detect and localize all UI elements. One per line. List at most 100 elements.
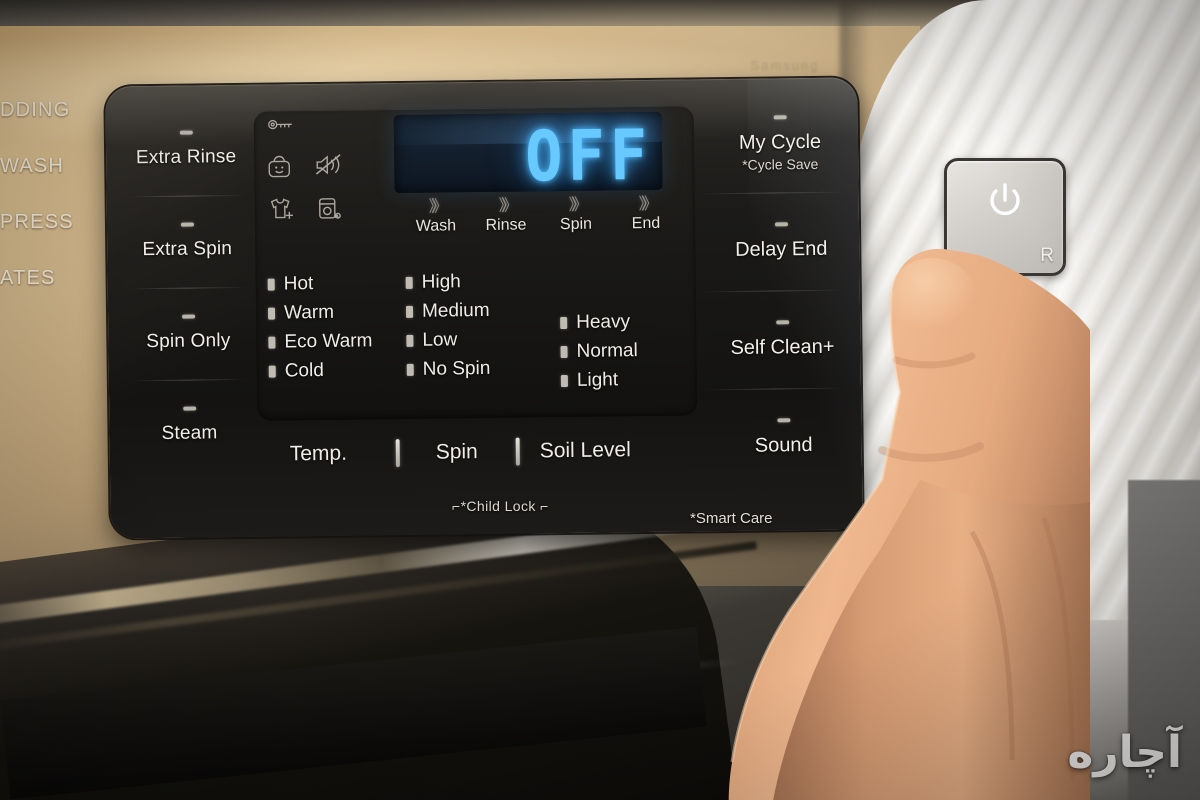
power-icon [990, 183, 1020, 215]
option-lists: Hot Warm Eco Warm Cold High Medium Low N… [267, 264, 700, 399]
lcd-value: OFF [524, 113, 653, 194]
option-label: Eco Warm [284, 329, 373, 352]
option-indicator [268, 336, 276, 349]
soil-level-option-group: Heavy Normal Light [560, 307, 638, 395]
option-label: Low [422, 328, 458, 351]
chevron-icon: 》》 [498, 197, 513, 215]
power-button-label: R [1040, 245, 1055, 266]
step-label: Spin [559, 215, 593, 234]
option-label: Light [576, 368, 619, 391]
status-icon-cluster [256, 113, 365, 229]
led-indicator [182, 406, 196, 411]
option-light[interactable]: Light [560, 365, 639, 395]
button-label: Sound [754, 433, 813, 457]
option-high[interactable]: High [405, 267, 490, 297]
button-label: Steam [161, 422, 218, 444]
step-label: Wash [415, 217, 457, 235]
divider [395, 439, 400, 468]
button-extra-spin[interactable]: Extra Spin [123, 195, 252, 289]
child-lock-icon [266, 152, 292, 178]
smart-care-icon [317, 196, 343, 222]
option-indicator [405, 305, 414, 318]
chevron-icon: 》》 [638, 195, 653, 214]
secondary-hardware-button[interactable] [916, 330, 1034, 496]
option-low[interactable]: Low [406, 325, 490, 355]
button-sound[interactable]: Sound [705, 387, 862, 487]
step-label: End [631, 214, 661, 233]
led-indicator [775, 319, 789, 324]
option-indicator [560, 345, 568, 358]
option-cold[interactable]: Cold [268, 355, 373, 385]
dial-label: DDING [0, 99, 71, 121]
chevron-icon: 》》 [568, 196, 583, 214]
option-eco-warm[interactable]: Eco Warm [268, 326, 372, 356]
led-indicator [773, 114, 787, 119]
led-indicator [774, 221, 788, 226]
washer-control-panel-photo: DDING WASH PRESS ATES Samsung Extra Rins… [0, 0, 1200, 800]
divider [515, 437, 520, 466]
power-button[interactable]: R [944, 158, 1066, 276]
cycle-progress-steps: 》》 Wash 》》 Rinse 》》 Spin 》》 End [405, 195, 678, 245]
button-soil-level[interactable]: Soil Level [540, 438, 631, 463]
button-label: Delay End [735, 237, 828, 261]
led-indicator [180, 222, 194, 227]
option-label: Warm [283, 301, 335, 323]
led-indicator [179, 130, 193, 135]
step-rinse: 》》 Rinse [475, 197, 538, 244]
led-indicator [181, 314, 195, 319]
option-medium[interactable]: Medium [405, 296, 490, 326]
button-delay-end[interactable]: Delay End [703, 191, 860, 291]
dial-label: PRESS [0, 211, 74, 233]
option-label: Cold [284, 359, 324, 381]
option-normal[interactable]: Normal [560, 336, 638, 366]
option-indicator [406, 363, 414, 376]
button-self-clean[interactable]: Self Clean+ [704, 289, 861, 389]
option-indicator [405, 276, 413, 289]
cycle-dial-labels: DDING WASH PRESS ATES [0, 82, 110, 306]
option-indicator [267, 307, 276, 320]
dial-label: ATES [0, 267, 56, 289]
button-sublabel: *Cycle Save [742, 155, 819, 173]
option-indicator [560, 374, 568, 387]
chevron-icon: 》》 [428, 198, 443, 216]
button-steam[interactable]: Steam [125, 379, 254, 473]
mute-speaker-icon [314, 152, 344, 178]
button-spin-only[interactable]: Spin Only [124, 287, 253, 381]
button-label: Extra Rinse [135, 146, 237, 169]
option-warm[interactable]: Warm [267, 297, 372, 327]
option-label: Normal [576, 339, 638, 362]
key-icon [268, 118, 294, 130]
option-label: Hot [283, 272, 314, 294]
faint-brand-text: Samsung [750, 58, 820, 73]
step-wash: 》》 Wash [405, 198, 468, 245]
button-spin[interactable]: Spin [436, 440, 478, 465]
right-button-column: My Cycle *Cycle Save Delay End Self Clea… [701, 93, 862, 487]
option-hot[interactable]: Hot [267, 268, 372, 298]
button-label: Extra Spin [142, 238, 233, 261]
button-label: Spin Only [146, 330, 231, 353]
button-extra-rinse[interactable]: Extra Rinse [121, 103, 250, 197]
button-my-cycle[interactable]: My Cycle *Cycle Save [701, 93, 858, 193]
option-no-spin[interactable]: No Spin [406, 354, 491, 384]
left-button-column: Extra Rinse Extra Spin Spin Only Steam [121, 103, 253, 473]
button-label: My Cycle [738, 130, 822, 154]
option-label: Heavy [576, 310, 631, 333]
step-label: Rinse [485, 216, 527, 234]
control-panel: Extra Rinse Extra Spin Spin Only Steam O… [105, 77, 863, 539]
lcd-display: OFF [393, 111, 663, 194]
option-label: Medium [421, 299, 490, 322]
option-label: No Spin [422, 357, 491, 380]
dial-label: WASH [0, 155, 65, 177]
child-lock-footnote: ⌐*Child Lock ⌐ [452, 498, 549, 514]
add-garment-icon [267, 196, 295, 222]
temp-option-group: Hot Warm Eco Warm Cold [267, 268, 373, 385]
spin-option-group: High Medium Low No Spin [405, 267, 491, 384]
step-spin: 》》 Spin [545, 196, 608, 243]
button-temp[interactable]: Temp. [290, 442, 347, 467]
option-indicator [406, 334, 414, 347]
option-label: High [421, 270, 461, 293]
smart-care-footnote: *Smart Care [690, 510, 773, 527]
option-heavy[interactable]: Heavy [560, 307, 638, 337]
option-indicator [268, 365, 276, 378]
led-indicator [776, 417, 790, 422]
